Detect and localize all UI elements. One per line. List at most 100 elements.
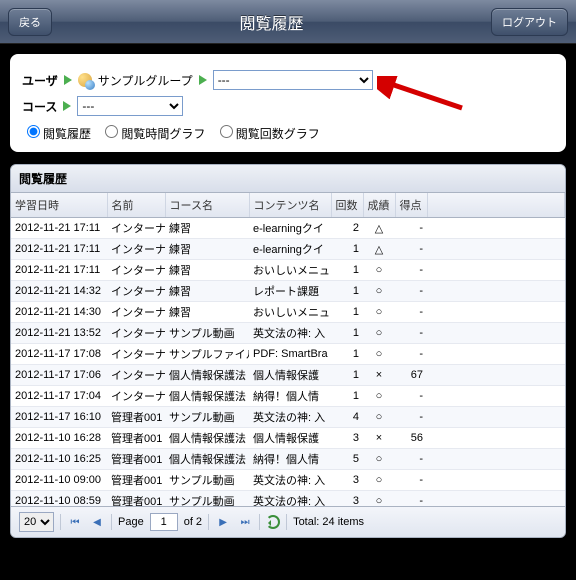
col-content[interactable]: コンテンツ名 xyxy=(249,193,331,218)
page-label: Page xyxy=(118,516,144,528)
cell-date: 2012-11-10 16:25 xyxy=(11,449,107,470)
user-select[interactable]: --- xyxy=(213,70,373,90)
cell-content: e-learningクイ xyxy=(249,239,331,260)
cell-date: 2012-11-10 09:00 xyxy=(11,470,107,491)
cell-course: 個人情報保護法 xyxy=(165,365,249,386)
cell-score: - xyxy=(395,281,427,302)
table-row[interactable]: 2012-11-21 17:11インターナシ練習おいしいメニュ1○- xyxy=(11,260,565,281)
cell-result: ○ xyxy=(363,260,395,281)
course-select[interactable]: --- xyxy=(77,96,183,116)
cell-date: 2012-11-10 16:28 xyxy=(11,428,107,449)
radio-history[interactable]: 閲覧履歴 xyxy=(22,127,91,141)
table-row[interactable]: 2012-11-21 14:30インターナシ練習おいしいメニュ1○- xyxy=(11,302,565,323)
cell-result: × xyxy=(363,428,395,449)
cell-content: おいしいメニュ xyxy=(249,260,331,281)
cell-content: 納得！個人情 xyxy=(249,449,331,470)
page-size-select[interactable]: 20 xyxy=(19,512,54,532)
cell-count: 3 xyxy=(331,491,363,507)
cell-content: PDF: SmartBra xyxy=(249,344,331,365)
cell-score: - xyxy=(395,470,427,491)
col-name[interactable]: 名前 xyxy=(107,193,165,218)
table-row[interactable]: 2012-11-17 17:08インターナシサンプルファイルPDF: Smart… xyxy=(11,344,565,365)
grid-title: 閲覧履歴 xyxy=(11,165,565,193)
cell-name: 管理者001 xyxy=(107,470,165,491)
cell-content: 個人情報保護 xyxy=(249,365,331,386)
cell-date: 2012-11-17 17:04 xyxy=(11,386,107,407)
cell-content: レポート課題 xyxy=(249,281,331,302)
cell-course: 練習 xyxy=(165,260,249,281)
cell-result: ○ xyxy=(363,323,395,344)
cell-result: ○ xyxy=(363,491,395,507)
cell-count: 1 xyxy=(331,323,363,344)
refresh-icon[interactable] xyxy=(266,515,280,529)
cell-course: 個人情報保護法 xyxy=(165,428,249,449)
cell-course: 個人情報保護法 xyxy=(165,449,249,470)
cell-content: 英文法の神: 入 xyxy=(249,407,331,428)
course-row: コース --- xyxy=(22,96,554,116)
table-row[interactable]: 2012-11-10 16:25管理者001個人情報保護法納得！個人情5○- xyxy=(11,449,565,470)
radio-count-graph[interactable]: 閲覧回数グラフ xyxy=(215,127,320,141)
table-row[interactable]: 2012-11-10 08:59管理者001サンプル動画英文法の神: 入3○- xyxy=(11,491,565,507)
table-row[interactable]: 2012-11-17 17:06インターナシ個人情報保護法個人情報保護1×67 xyxy=(11,365,565,386)
cell-count: 1 xyxy=(331,365,363,386)
table-row[interactable]: 2012-11-21 13:52インターナシサンプル動画英文法の神: 入1○- xyxy=(11,323,565,344)
col-course[interactable]: コース名 xyxy=(165,193,249,218)
next-page-button[interactable]: ▶ xyxy=(215,514,231,530)
cell-name: インターナシ xyxy=(107,323,165,344)
table-header-row: 学習日時 名前 コース名 コンテンツ名 回数 成績 得点 xyxy=(11,193,565,218)
table-row[interactable]: 2012-11-17 16:10管理者001サンプル動画英文法の神: 入4○- xyxy=(11,407,565,428)
cell-result: ○ xyxy=(363,449,395,470)
cell-count: 5 xyxy=(331,449,363,470)
cell-score: - xyxy=(395,344,427,365)
logout-button[interactable]: ログアウト xyxy=(491,8,568,36)
cell-score: - xyxy=(395,218,427,239)
table-row[interactable]: 2012-11-21 17:11インターナシ練習e-learningクイ2△- xyxy=(11,218,565,239)
last-page-button[interactable]: ⏭ xyxy=(237,514,253,530)
cell-count: 1 xyxy=(331,239,363,260)
cell-course: 練習 xyxy=(165,239,249,260)
cell-date: 2012-11-21 13:52 xyxy=(11,323,107,344)
col-count[interactable]: 回数 xyxy=(331,193,363,218)
cell-count: 1 xyxy=(331,281,363,302)
total-label: Total: 24 items xyxy=(293,516,364,528)
cell-date: 2012-11-21 14:30 xyxy=(11,302,107,323)
radio-time-graph[interactable]: 閲覧時間グラフ xyxy=(100,127,205,141)
col-date[interactable]: 学習日時 xyxy=(11,193,107,218)
cell-score: - xyxy=(395,260,427,281)
arrow-right-icon xyxy=(63,101,71,111)
cell-name: 管理者001 xyxy=(107,449,165,470)
cell-result: ○ xyxy=(363,407,395,428)
cell-course: サンプル動画 xyxy=(165,407,249,428)
top-bar: 戻る 閲覧履歴 ログアウト xyxy=(0,0,576,44)
cell-date: 2012-11-17 17:06 xyxy=(11,365,107,386)
table-row[interactable]: 2012-11-21 17:11インターナシ練習e-learningクイ1△- xyxy=(11,239,565,260)
cell-result: ○ xyxy=(363,302,395,323)
cell-date: 2012-11-21 17:11 xyxy=(11,218,107,239)
cell-content: e-learningクイ xyxy=(249,218,331,239)
page-input[interactable] xyxy=(150,513,178,531)
cell-count: 3 xyxy=(331,428,363,449)
cell-score: 67 xyxy=(395,365,427,386)
cell-name: インターナシ xyxy=(107,281,165,302)
first-page-button[interactable]: ⏮ xyxy=(67,514,83,530)
table-row[interactable]: 2012-11-10 09:00管理者001サンプル動画英文法の神: 入3○- xyxy=(11,470,565,491)
user-row: ユーザ サンプルグループ --- xyxy=(22,70,554,90)
cell-score: - xyxy=(395,323,427,344)
cell-score: - xyxy=(395,407,427,428)
cell-name: 管理者001 xyxy=(107,407,165,428)
cell-content: 個人情報保護 xyxy=(249,428,331,449)
cell-date: 2012-11-10 08:59 xyxy=(11,491,107,507)
user-label: ユーザ xyxy=(22,72,58,89)
col-score[interactable]: 得点 xyxy=(395,193,427,218)
cell-name: インターナシ xyxy=(107,218,165,239)
cell-score: - xyxy=(395,491,427,507)
table-row[interactable]: 2012-11-21 14:32インターナシ練習レポート課題1○- xyxy=(11,281,565,302)
table-row[interactable]: 2012-11-17 17:04インターナシ個人情報保護法納得！個人情1○- xyxy=(11,386,565,407)
back-button[interactable]: 戻る xyxy=(8,8,52,36)
cell-count: 1 xyxy=(331,344,363,365)
prev-page-button[interactable]: ◀ xyxy=(89,514,105,530)
cell-course: 練習 xyxy=(165,281,249,302)
table-row[interactable]: 2012-11-10 16:28管理者001個人情報保護法個人情報保護3×56 xyxy=(11,428,565,449)
col-result[interactable]: 成績 xyxy=(363,193,395,218)
cell-date: 2012-11-21 17:11 xyxy=(11,239,107,260)
